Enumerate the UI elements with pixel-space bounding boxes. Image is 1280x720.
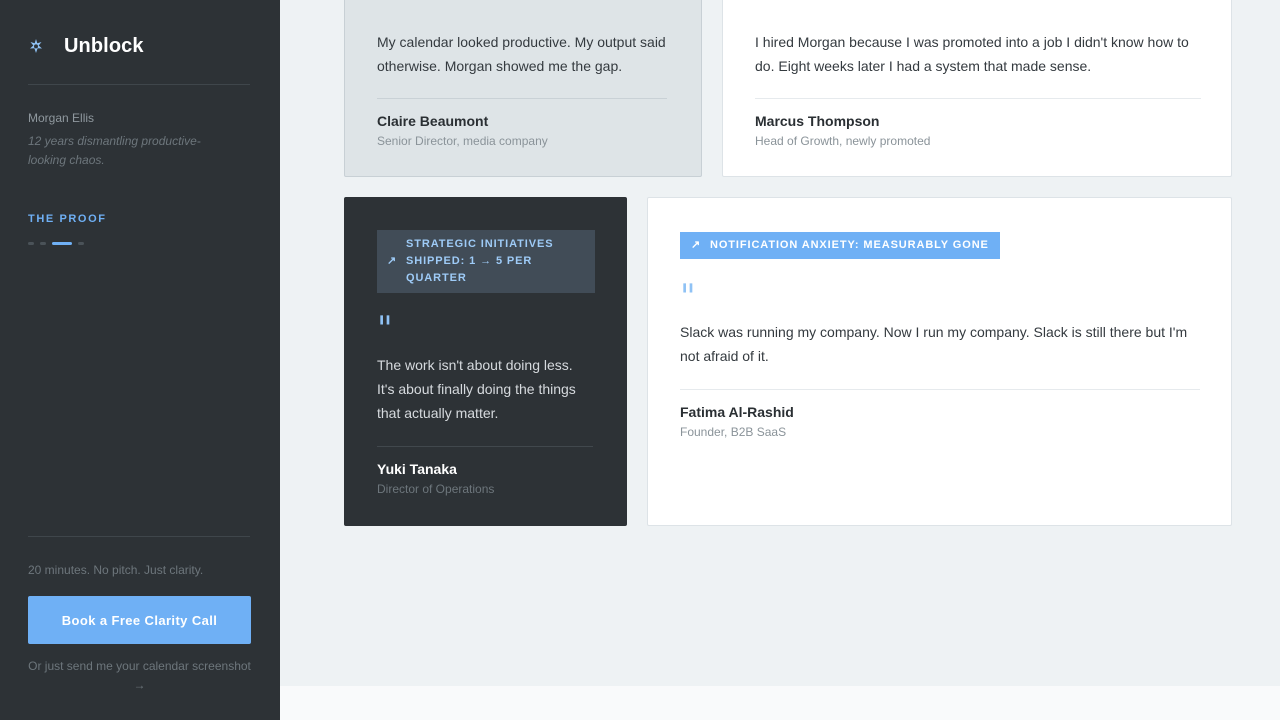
quote-mark-icon: " xyxy=(680,277,696,317)
card-divider xyxy=(377,98,667,99)
trend-arrow-icon: ↗ xyxy=(387,255,398,267)
progress-dot[interactable] xyxy=(28,242,34,245)
testimonial-role: Founder, B2B SaaS xyxy=(680,425,787,439)
send-calendar-link[interactable]: Or just send me your calendar screenshot… xyxy=(28,657,251,695)
card-divider xyxy=(680,389,1200,390)
next-section-edge xyxy=(280,686,1280,720)
testimonial-card: ↗ NOTIFICATION ANXIETY: MEASURABLY GONE … xyxy=(647,197,1232,526)
section-progress xyxy=(28,242,84,245)
testimonial-name: Fatima Al-Rashid xyxy=(680,404,794,420)
result-badge: ↗ STRATEGIC INITIATIVES SHIPPED: 1 → 5 P… xyxy=(377,230,595,293)
sidebar: Unblock Morgan Ellis 12 years dismantlin… xyxy=(0,0,280,720)
card-divider xyxy=(377,446,593,447)
testimonial-quote: The work isn't about doing less. It's ab… xyxy=(377,357,576,421)
quote-mark-icon: " xyxy=(755,0,771,20)
testimonial-role: Head of Growth, newly promoted xyxy=(755,134,931,148)
brand-name: Unblock xyxy=(64,34,144,57)
result-badge-text: NOTIFICATION ANXIETY: MEASURABLY GONE xyxy=(710,239,989,251)
book-call-button[interactable]: Book a Free Clarity Call xyxy=(28,596,251,644)
testimonial-name: Claire Beaumont xyxy=(377,113,489,129)
quote-mark-icon: " xyxy=(377,309,393,349)
quote-mark-icon: " xyxy=(377,0,393,20)
author-tagline: 12 years dismantling productive-looking … xyxy=(28,134,201,167)
testimonial-card-featured: ↗ STRATEGIC INITIATIVES SHIPPED: 1 → 5 P… xyxy=(344,197,627,526)
testimonial-quote: My calendar looked productive. My output… xyxy=(377,34,666,74)
testimonial-name: Marcus Thompson xyxy=(755,113,880,129)
trend-arrow-icon: ↗ xyxy=(691,239,702,251)
testimonial-card: " I hired Morgan because I was promoted … xyxy=(722,0,1232,177)
progress-dot[interactable] xyxy=(40,242,46,245)
sidebar-divider xyxy=(28,536,250,537)
testimonial-quote: I hired Morgan because I was promoted in… xyxy=(755,34,1189,74)
testimonial-quote: Slack was running my company. Now I run … xyxy=(680,324,1188,364)
testimonial-card: " My calendar looked productive. My outp… xyxy=(344,0,702,177)
testimonial-role: Director of Operations xyxy=(377,482,495,496)
progress-dot-active[interactable] xyxy=(52,242,72,245)
sidebar-divider xyxy=(28,84,250,85)
result-badge: ↗ NOTIFICATION ANXIETY: MEASURABLY GONE xyxy=(680,232,1000,259)
brand[interactable]: Unblock xyxy=(28,34,144,58)
progress-dot[interactable] xyxy=(78,242,84,245)
testimonial-role: Senior Director, media company xyxy=(377,134,548,148)
section-label: THE PROOF xyxy=(28,213,107,225)
testimonial-name: Yuki Tanaka xyxy=(377,461,457,477)
cta-note: 20 minutes. No pitch. Just clarity. xyxy=(28,563,204,577)
result-badge-text: STRATEGIC INITIATIVES SHIPPED: 1 → 5 PER… xyxy=(406,238,554,284)
sparkle-icon xyxy=(28,34,56,58)
author-name: Morgan Ellis xyxy=(28,111,95,125)
card-divider xyxy=(755,98,1201,99)
